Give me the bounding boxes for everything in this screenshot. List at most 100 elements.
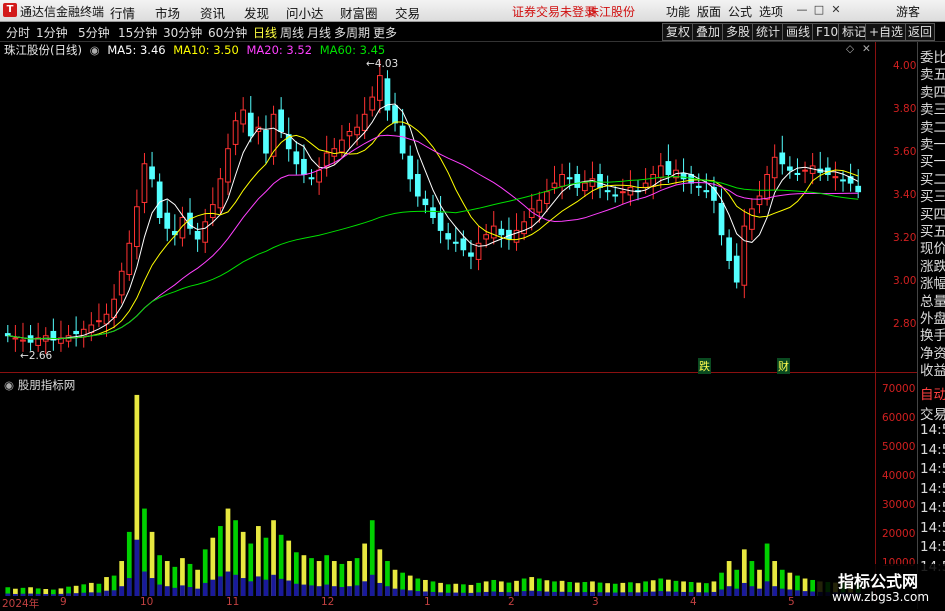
candle-up [20, 339, 26, 342]
candle-down [399, 125, 406, 154]
price-tick: 4.00 [893, 60, 917, 72]
trade-label[interactable]: 自动 [920, 383, 945, 403]
multi-stock-button[interactable]: 多股 [722, 23, 755, 41]
statistics-button[interactable]: 统计 [752, 23, 785, 41]
menu-item-ask[interactable]: 问小达 [286, 3, 324, 22]
volume-indicator-label: 股朋指标网 [17, 378, 76, 392]
period-tab-monthly[interactable]: 月线 [307, 24, 331, 41]
watermark-url: www.zbgs3.com [832, 590, 930, 604]
volume-bar-base [461, 592, 466, 596]
axis-divider [875, 42, 876, 602]
menu-item-trade[interactable]: 交易 [395, 3, 420, 22]
menu-item-wealth[interactable]: 财富圈 [340, 3, 378, 22]
period-tab-5min[interactable]: 5分钟 [78, 24, 110, 41]
event-marker-finance[interactable]: 财 [777, 358, 790, 374]
period-tab-1min[interactable]: 1分钟 [36, 24, 68, 41]
volume-bar-base [187, 587, 193, 596]
candle-up [240, 109, 247, 125]
volume-bar-base [369, 574, 375, 596]
volume-bar-base [476, 592, 481, 596]
period-tab-weekly[interactable]: 周线 [280, 24, 304, 41]
guest-label[interactable]: 游客 [896, 3, 920, 20]
app-title: 通达信金融终端 [20, 5, 105, 19]
candle-up [126, 242, 133, 275]
minimize-icon[interactable]: — [795, 3, 809, 17]
volume-bar-base [278, 578, 284, 596]
menu-item-layout[interactable]: 版面 [697, 3, 721, 20]
volume-bar-base [385, 586, 390, 596]
back-button[interactable]: 返回 [905, 23, 936, 41]
volume-bar-base [407, 590, 413, 596]
volume-bar-base [810, 591, 815, 596]
menu-item-discover[interactable]: 发现 [244, 3, 269, 22]
event-marker-fall[interactable]: 跌 [698, 358, 711, 374]
menu-item-market[interactable]: 市场 [155, 3, 180, 22]
tick-time: 14:5 [920, 422, 945, 438]
draw-line-button[interactable]: 画线 [782, 23, 815, 41]
adjust-button[interactable]: 复权 [662, 23, 695, 41]
volume-bar-base [119, 586, 125, 596]
candle-down [445, 233, 452, 240]
period-tab-intraday[interactable]: 分时 [6, 24, 30, 41]
menu-item-news[interactable]: 资讯 [200, 3, 225, 22]
close-icon[interactable]: ✕ [829, 3, 843, 17]
candle-down [468, 252, 474, 257]
x-axis-label: 12 [321, 596, 335, 608]
kline-chart[interactable] [0, 41, 875, 596]
period-tab-multi[interactable]: 多周期 [334, 24, 370, 41]
candle-up [483, 234, 490, 240]
volume-bar-base [643, 591, 648, 596]
candle-down [612, 194, 619, 197]
add-watchlist-button[interactable]: +自选 [865, 23, 908, 41]
volume-bar-base [195, 588, 200, 596]
trade-label[interactable]: 交易 [920, 403, 945, 423]
candle-down [733, 255, 740, 283]
x-axis-label: 3 [592, 596, 599, 608]
candle-down [566, 177, 573, 180]
candle-down [263, 129, 269, 154]
volume-bar-base [666, 591, 671, 596]
volume-bar-base [377, 582, 383, 596]
candle-down [703, 190, 710, 193]
volume-bar-base [703, 592, 709, 596]
volume-bar-base [248, 581, 254, 596]
indicator-settings-icon[interactable]: ◉ [4, 378, 14, 392]
maximize-icon[interactable]: □ [812, 3, 826, 17]
candle-up [96, 320, 102, 323]
candle-down [437, 212, 444, 231]
x-axis-label: 2 [508, 596, 515, 608]
candle-down [392, 105, 398, 124]
period-tab-daily[interactable]: 日线 [253, 24, 277, 41]
volume-bar-base [263, 579, 269, 596]
x-axis-label: 4 [690, 596, 697, 608]
candle-up [521, 221, 527, 235]
menu-item-formula[interactable]: 公式 [728, 3, 752, 20]
volume-bar-base [711, 591, 717, 596]
period-tab-30min[interactable]: 30分钟 [163, 24, 202, 41]
low-price-marker: ←2.66 [20, 350, 53, 362]
login-notice[interactable]: 证券交易未登录 [512, 3, 596, 20]
price-tick: 2.80 [893, 318, 917, 330]
volume-bar-base [126, 578, 132, 596]
menu-item-quotes[interactable]: 行情 [110, 3, 135, 22]
menu-item-options[interactable]: 选项 [759, 3, 783, 20]
period-tab-more[interactable]: 更多 [373, 24, 397, 41]
volume-bar-base [51, 594, 56, 596]
volume-bar-base [779, 588, 785, 596]
period-tab-60min[interactable]: 60分钟 [208, 24, 247, 41]
volume-bar-base [536, 591, 542, 596]
volume-bar-base [331, 586, 337, 596]
volume-bar-base [483, 591, 489, 596]
volume-bar-base [772, 586, 778, 596]
period-tab-15min[interactable]: 15分钟 [118, 24, 157, 41]
overlay-button[interactable]: 叠加 [692, 23, 725, 41]
candle-down [460, 238, 467, 251]
candle-down [794, 172, 801, 176]
candle-up [657, 165, 664, 179]
menu-item-function[interactable]: 功能 [666, 3, 690, 20]
volume-bar-base [491, 591, 497, 596]
candle-down [779, 152, 786, 165]
candle-up [536, 199, 543, 213]
candle-up [331, 148, 338, 157]
volume-bar-base [392, 588, 398, 596]
